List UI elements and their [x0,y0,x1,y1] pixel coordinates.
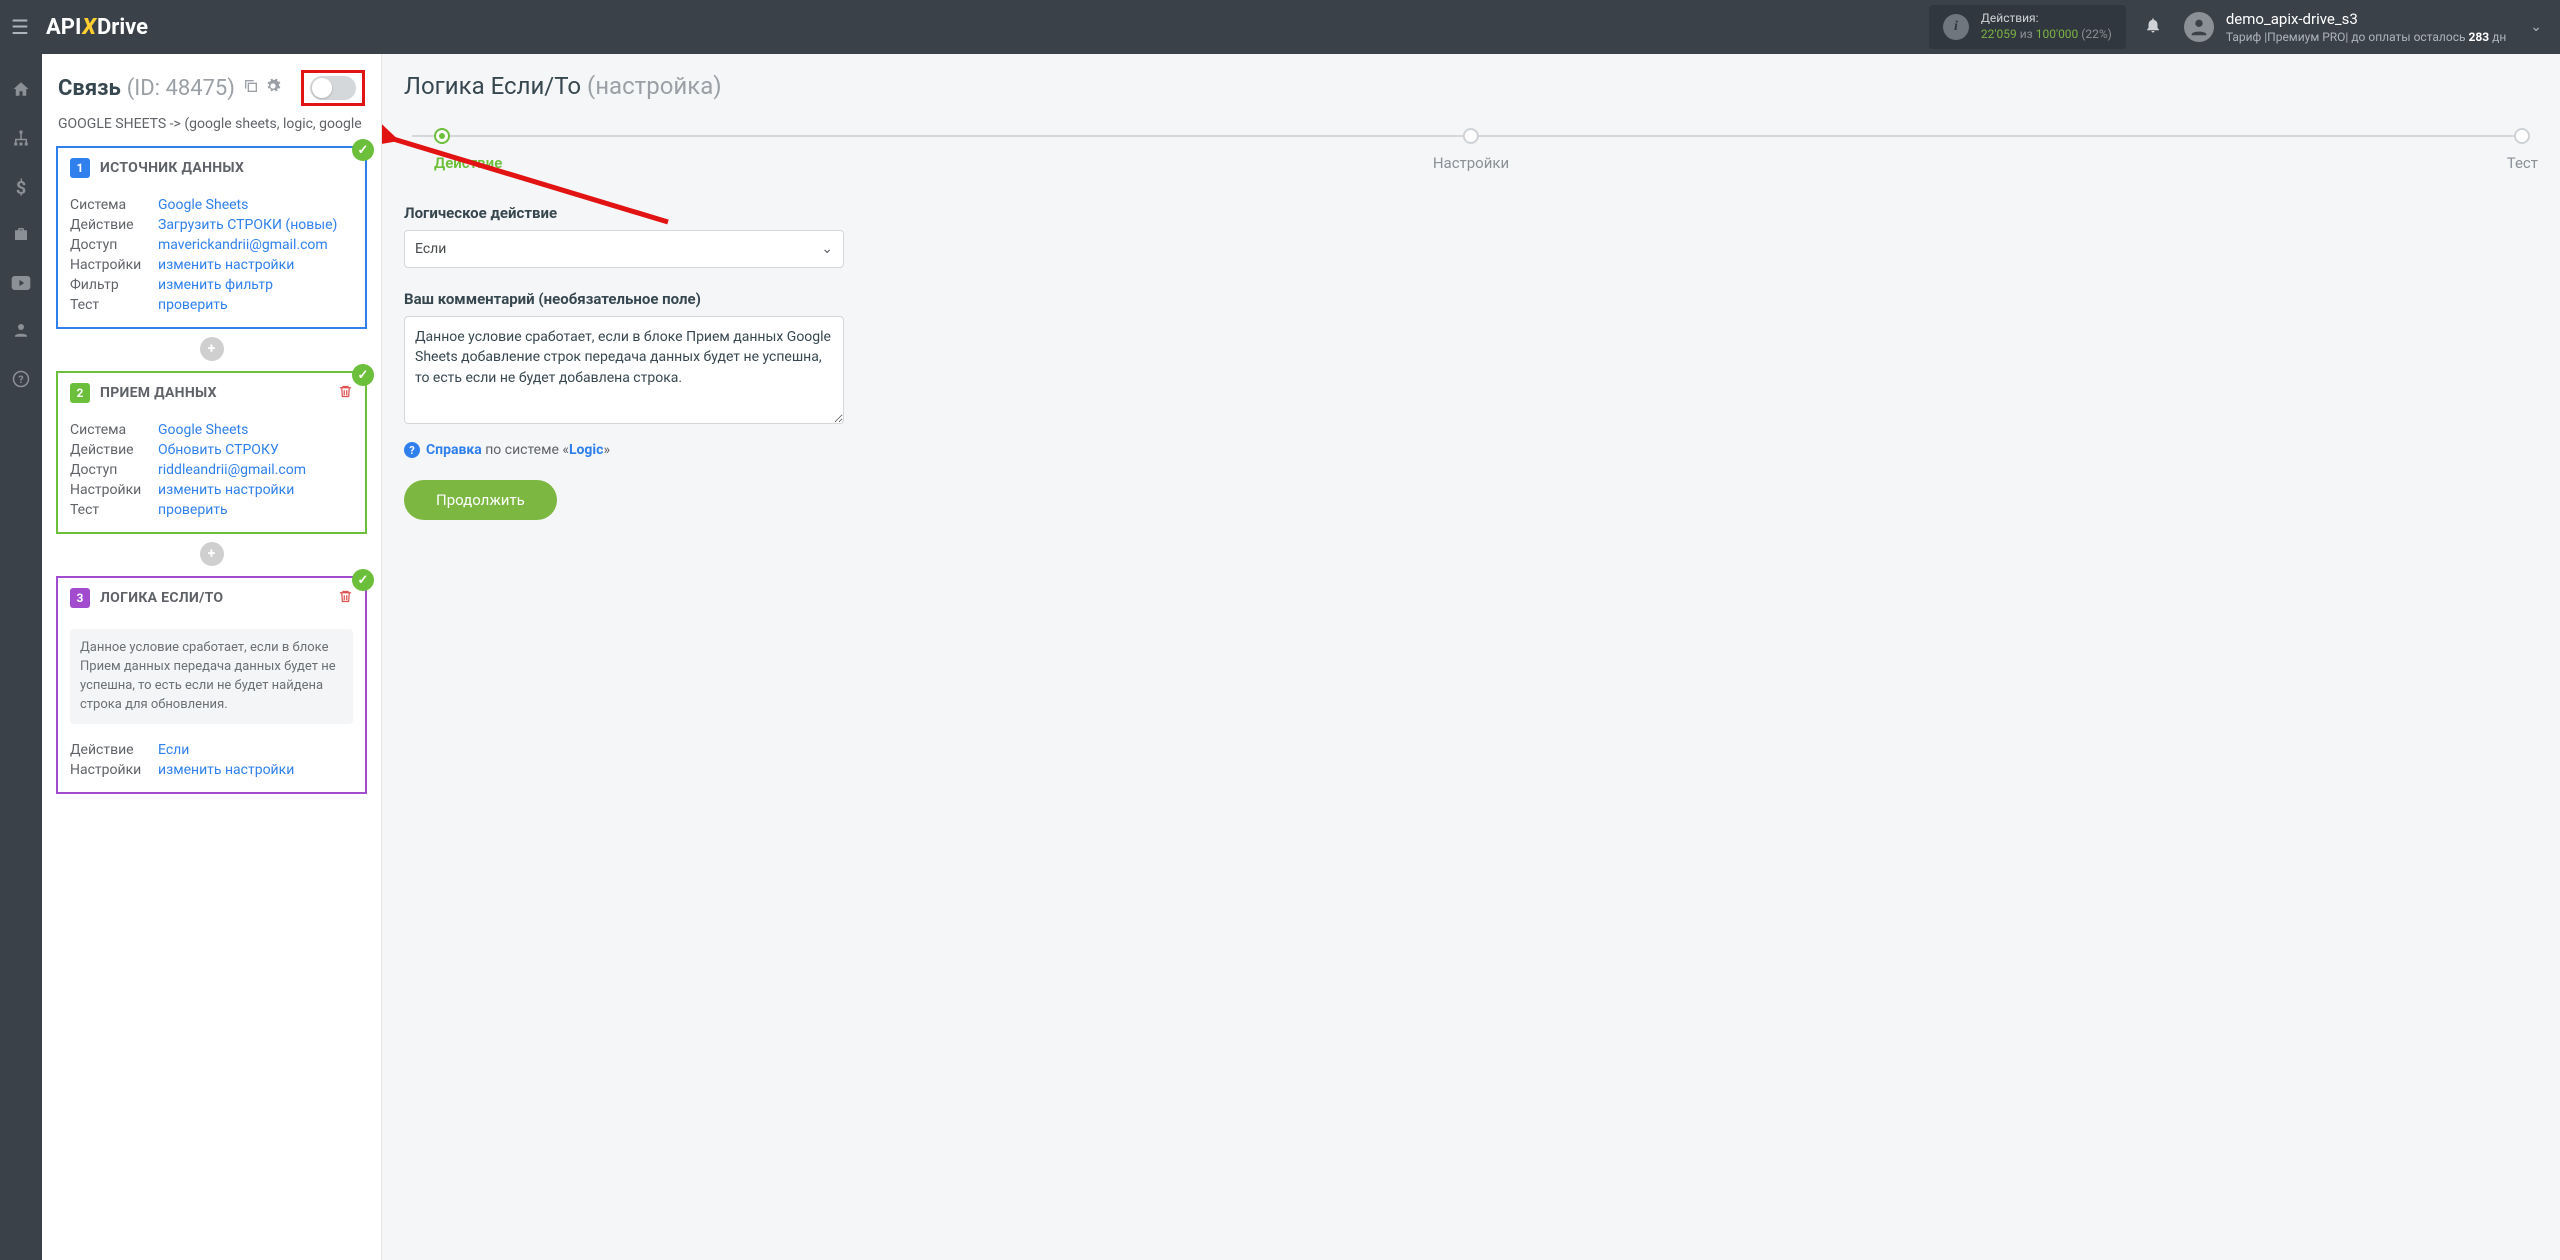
actions-counter[interactable]: i Действия: 22'059 из 100'000 (22%) [1929,5,2126,48]
comment-textarea[interactable] [404,316,844,424]
card-source[interactable]: ✓ 1 ИСТОЧНИК ДАННЫХ СистемаGoogle Sheets… [56,146,367,329]
comment-label: Ваш комментарий (необязательное поле) [404,290,844,308]
menu-icon[interactable]: ☰ [0,15,40,39]
copy-icon[interactable] [243,78,259,98]
help-link[interactable]: ? Справка по системе «Logic» [404,442,844,458]
actions-pct: (22%) [2081,27,2112,41]
nav-help-icon[interactable]: ? [12,370,30,393]
actions-used: 22'059 [1981,27,2017,41]
sidebar-title: Связь [58,76,121,101]
logo-text-x: X [82,15,96,40]
logic-action-link[interactable]: Если [158,742,189,758]
chevron-down-icon: ⌄ [821,241,833,257]
username: demo_apix-drive_s3 [2226,9,2506,29]
nav-video-icon[interactable] [11,274,31,295]
left-nav: $ ? [0,54,42,1260]
check-icon: ✓ [352,364,374,386]
source-system-link[interactable]: Google Sheets [158,197,248,213]
avatar-icon[interactable] [2184,12,2214,42]
logic-action-label: Логическое действие [404,204,844,222]
dest-test-link[interactable]: проверить [158,502,228,518]
tariff-text: Тариф |Премиум PRO| до оплаты осталось [2226,30,2469,44]
topbar: ☰ API X Drive i Действия: 22'059 из 100'… [0,0,2560,54]
nav-billing-icon[interactable]: $ [16,178,26,199]
logic-note: Данное условие сработает, если в блоке П… [70,629,353,724]
sidebar-id: (ID: 48475) [127,76,235,101]
sidebar: Связь (ID: 48475) GOOGLE SHEETS -> (goog… [42,54,382,1260]
step-action[interactable]: Действие [434,128,502,172]
select-value: Если [415,241,446,257]
info-icon: i [1943,14,1969,40]
source-test-link[interactable]: проверить [158,297,228,313]
source-filter-link[interactable]: изменить фильтр [158,277,273,293]
logo-text-post: Drive [97,15,148,40]
gear-icon[interactable] [265,78,281,98]
check-icon: ✓ [352,569,374,591]
trash-icon[interactable] [338,589,353,608]
card-number: 2 [70,383,90,403]
card-number: 1 [70,158,90,178]
logo-text-pre: API [46,15,81,40]
enable-toggle-highlight [301,70,365,106]
dest-action-link[interactable]: Обновить СТРОКУ [158,442,279,458]
page-title: Логика Если/То (настройка) [404,72,2538,100]
source-access-link[interactable]: maverickandrii@gmail.com [158,237,328,253]
wizard-steps: Действие Настройки Тест [404,128,2538,164]
user-block[interactable]: demo_apix-drive_s3 Тариф |Премиум PRO| д… [2226,9,2506,45]
main-panel: Логика Если/То (настройка) Действие Наст… [382,54,2560,1260]
logo[interactable]: API X Drive [46,15,148,40]
source-settings-link[interactable]: изменить настройки [158,257,294,273]
actions-label: Действия: [1981,11,2112,27]
dest-access-link[interactable]: riddleandrii@gmail.com [158,462,306,478]
continue-button[interactable]: Продолжить [404,480,557,520]
nav-user-icon[interactable] [12,321,30,344]
nav-briefcase-icon[interactable] [12,225,30,248]
nav-home-icon[interactable] [12,80,30,103]
tariff-days: 283 [2468,30,2489,44]
dest-system-link[interactable]: Google Sheets [158,422,248,438]
trash-icon[interactable] [338,384,353,403]
sidebar-subtitle: GOOGLE SHEETS -> (google sheets, logic, … [42,112,381,146]
svg-text:?: ? [18,373,23,386]
add-block-button[interactable]: + [200,542,224,566]
card-number: 3 [70,588,90,608]
logic-action-select[interactable]: Если ⌄ [404,230,844,268]
card-title: ЛОГИКА ЕСЛИ/ТО [100,590,223,606]
card-title: ПРИЕМ ДАННЫХ [100,385,217,401]
step-settings[interactable]: Настройки [1433,128,1509,172]
help-icon: ? [404,442,420,458]
actions-total: 100'000 [2036,27,2079,41]
dest-settings-link[interactable]: изменить настройки [158,482,294,498]
card-logic[interactable]: ✓ 3 ЛОГИКА ЕСЛИ/ТО Данное условие сработ… [56,576,367,794]
source-action-link[interactable]: Загрузить СТРОКИ (новые) [158,217,337,233]
card-title: ИСТОЧНИК ДАННЫХ [100,160,244,176]
chevron-down-icon[interactable]: ⌄ [2530,19,2542,35]
card-destination[interactable]: ✓ 2 ПРИЕМ ДАННЫХ СистемаGoogle Sheets Де… [56,371,367,534]
check-icon: ✓ [352,139,374,161]
enable-toggle[interactable] [310,76,356,100]
nav-hierarchy-icon[interactable] [12,129,30,152]
logic-settings-link[interactable]: изменить настройки [158,762,294,778]
step-test[interactable]: Тест [2507,128,2538,172]
bell-icon[interactable] [2144,16,2162,39]
add-block-button[interactable]: + [200,337,224,361]
